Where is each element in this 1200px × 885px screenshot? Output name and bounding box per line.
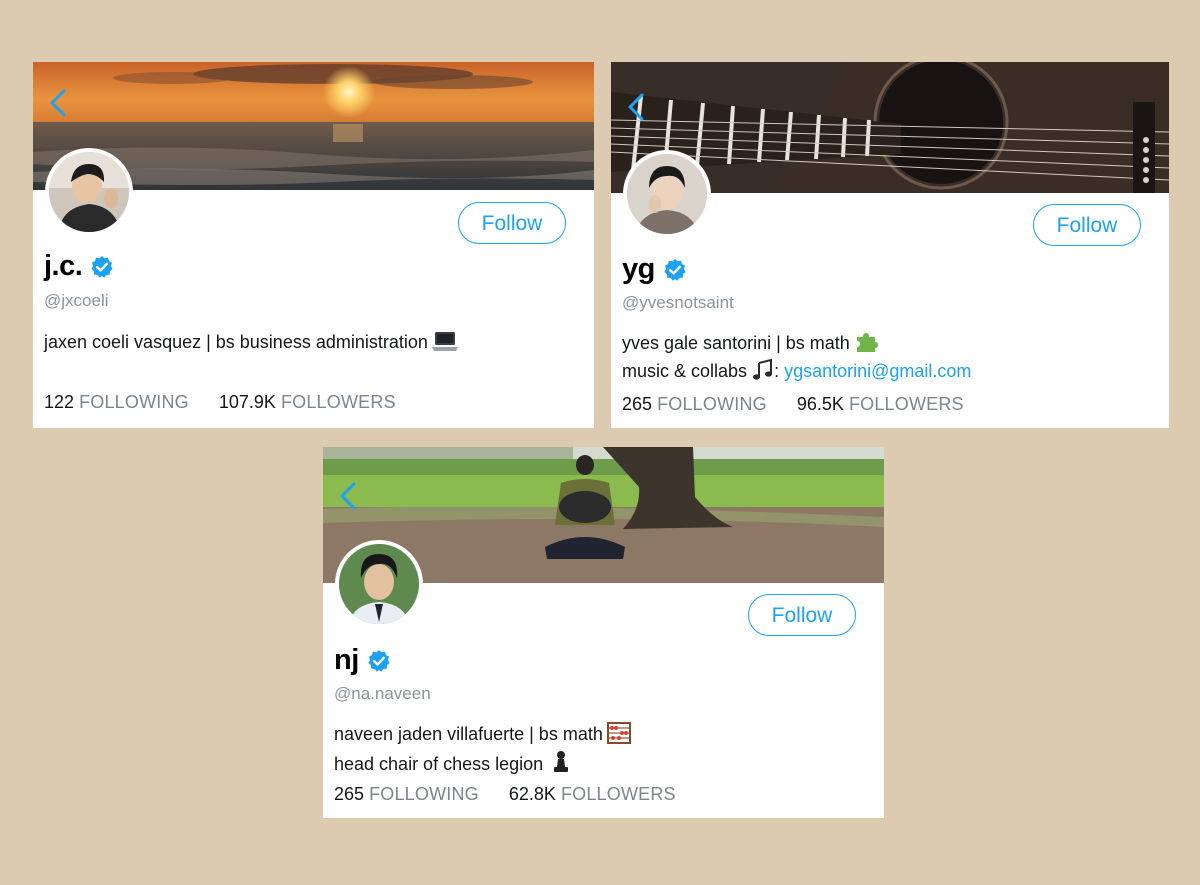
name-row: yg <box>622 253 687 286</box>
abacus-emoji-icon <box>606 722 631 750</box>
followers-label: FOLLOWERS <box>560 784 676 804</box>
profile-card-yg: Follow yg @yvesnotsaint yves gale santor… <box>611 62 1169 428</box>
chess-pawn-emoji-icon <box>552 750 570 780</box>
following-stat[interactable]: 265 FOLLOWING <box>334 784 479 805</box>
music-notes-emoji-icon <box>752 358 774 387</box>
avatar[interactable] <box>45 148 133 236</box>
profile-card-nj: Follow nj @na.naveen naveen jaden villaf… <box>323 447 884 818</box>
followers-count: 107.9K <box>218 392 276 412</box>
stats-row: 122 FOLLOWING 107.9K FOLLOWERS <box>44 392 396 413</box>
followers-stat[interactable]: 96.5K FOLLOWERS <box>797 394 964 415</box>
display-name: nj <box>334 644 359 676</box>
bio-text: yves gale santorini | bs math <box>622 333 850 353</box>
handle: @jxcoeli <box>44 291 109 310</box>
back-arrow-icon[interactable] <box>337 481 359 511</box>
bio-text: music & collabs <box>622 361 748 381</box>
follow-button[interactable]: Follow <box>748 594 856 636</box>
following-stat[interactable]: 122 FOLLOWING <box>44 392 189 413</box>
handle: @yvesnotsaint <box>622 293 734 312</box>
bio: jaxen coeli vasquez | bs business admini… <box>44 330 458 358</box>
follow-button[interactable]: Follow <box>1033 204 1141 246</box>
following-label: FOLLOWING <box>369 784 479 804</box>
following-count: 122 <box>44 392 75 412</box>
following-count: 265 <box>622 394 653 414</box>
followers-stat[interactable]: 62.8K FOLLOWERS <box>509 784 676 805</box>
verified-badge-icon <box>664 258 686 281</box>
name-row: j.c. <box>44 250 114 283</box>
bio: yves gale santorini | bs math music & co… <box>622 331 971 387</box>
following-count: 265 <box>334 784 365 804</box>
followers-stat[interactable]: 107.9K FOLLOWERS <box>219 392 396 413</box>
follow-button[interactable]: Follow <box>458 202 566 244</box>
profile-card-jc: Follow j.c. @jxcoeli jaxen coeli vasquez… <box>33 62 594 428</box>
bio-line: jaxen coeli vasquez | bs business admini… <box>44 332 428 352</box>
laptop-emoji-icon <box>431 330 458 358</box>
followers-label: FOLLOWERS <box>848 394 964 414</box>
verified-badge-icon <box>91 255 113 278</box>
name-row: nj <box>334 644 391 677</box>
followers-count: 62.8K <box>508 784 556 804</box>
stats-row: 265 FOLLOWING 62.8K FOLLOWERS <box>334 784 676 805</box>
bio-line-1: naveen jaden villafuerte | bs math <box>334 722 631 750</box>
avatar[interactable] <box>335 540 423 628</box>
display-name: j.c. <box>44 250 83 282</box>
puzzle-piece-emoji-icon <box>854 331 878 359</box>
display-name: yg <box>622 253 655 285</box>
bio: naveen jaden villafuerte | bs math head … <box>334 722 631 780</box>
avatar[interactable] <box>623 150 711 238</box>
bio-line-1: yves gale santorini | bs math <box>622 331 971 359</box>
bio-line-2: head chair of chess legion <box>334 750 631 780</box>
bio-text: naveen jaden villafuerte | bs math <box>334 724 603 744</box>
back-arrow-icon[interactable] <box>47 88 69 118</box>
back-arrow-icon[interactable] <box>625 92 647 122</box>
followers-count: 96.5K <box>796 394 844 414</box>
stats-row: 265 FOLLOWING 96.5K FOLLOWERS <box>622 394 964 415</box>
verified-badge-icon <box>368 649 390 672</box>
following-stat[interactable]: 265 FOLLOWING <box>622 394 767 415</box>
bio-text: head chair of chess legion <box>334 754 544 774</box>
following-label: FOLLOWING <box>79 392 189 412</box>
following-label: FOLLOWING <box>657 394 767 414</box>
followers-label: FOLLOWERS <box>280 392 396 412</box>
handle: @na.naveen <box>334 684 431 703</box>
bio-line-2: music & collabs : ygsantorini@gmail.com <box>622 358 971 387</box>
email-link[interactable]: ygsantorini@gmail.com <box>784 361 971 381</box>
